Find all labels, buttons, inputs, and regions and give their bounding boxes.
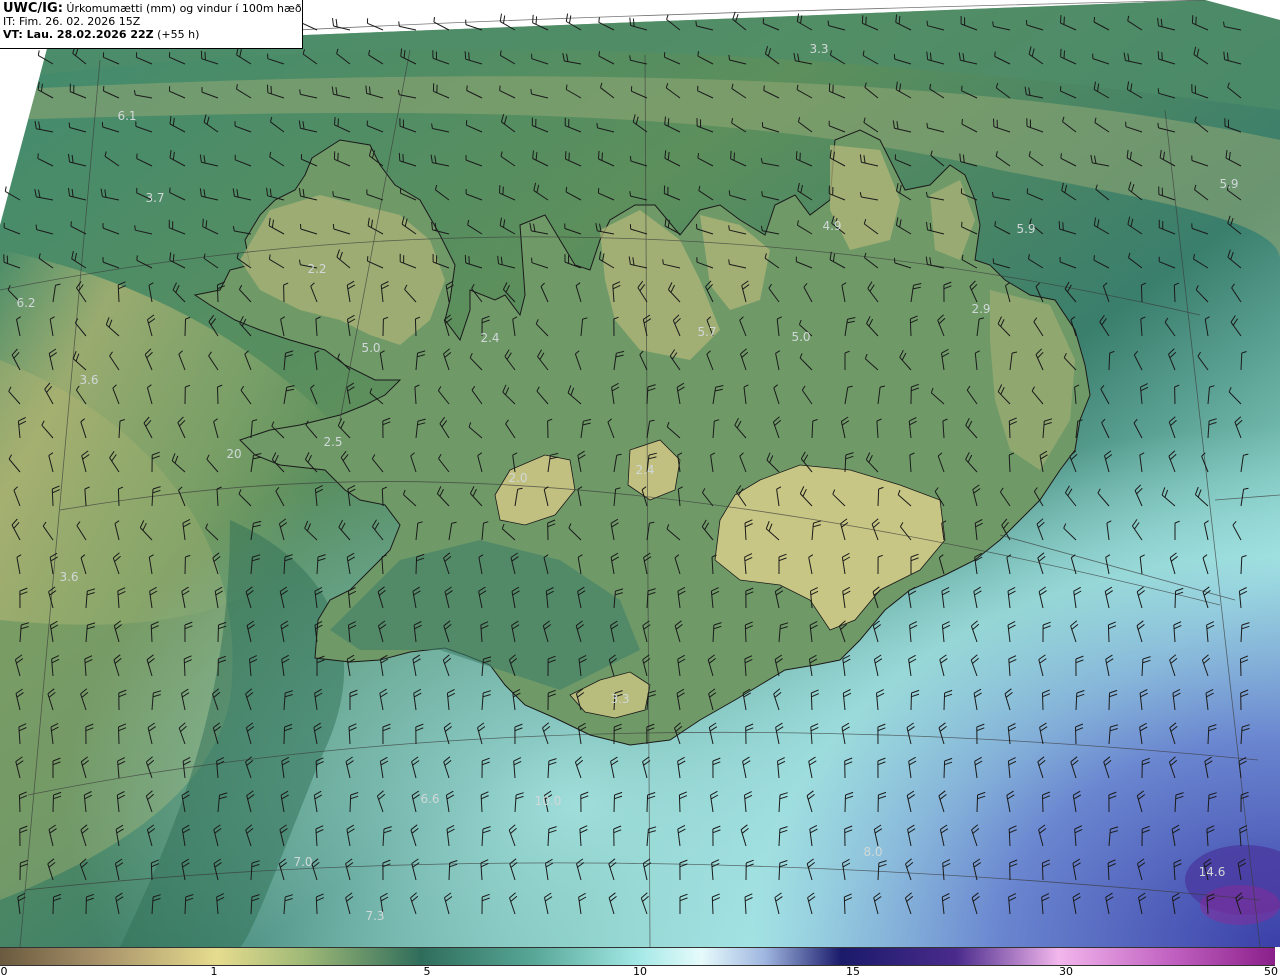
precip-value-label: 7.3 xyxy=(365,909,384,923)
colorbar-tick: 5 xyxy=(423,965,431,978)
precip-value-label: 5.9 xyxy=(1219,177,1238,191)
precip-value-label: 8.0 xyxy=(863,845,882,859)
precip-value-label: 3.3 xyxy=(809,42,828,56)
precip-value-label: 14.6 xyxy=(1199,865,1226,879)
precip-value-label: 5.9 xyxy=(1016,222,1035,236)
valid-time: VT: Lau. 28.02.2026 22Z xyxy=(3,28,154,41)
model-title: UWC/IG: xyxy=(3,1,63,16)
colorbar-strip xyxy=(0,947,1275,966)
precip-value-label: 6.2 xyxy=(16,296,35,310)
precip-value-label: 3.6 xyxy=(79,373,98,387)
precip-value-label: 6.6 xyxy=(420,792,439,806)
colorbar: 0 1 5 10 15 30 50 xyxy=(0,947,1280,978)
init-time: IT: Fim. 26. 02. 2026 15Z xyxy=(3,15,141,28)
precip-value-label: 3.7 xyxy=(145,191,164,205)
precip-value-label: 2.2 xyxy=(307,262,326,276)
colorbar-tick: 50 xyxy=(1264,965,1278,978)
colorbar-tick: 0 xyxy=(0,965,8,978)
precip-value-label: 6.1 xyxy=(117,109,136,123)
precip-value-label: 20 xyxy=(226,447,241,461)
precip-value-label: 7.0 xyxy=(293,855,312,869)
map-header: UWC/IG: Úrkomumætti (mm) og vindur í 100… xyxy=(0,0,303,49)
precip-value-label: 5.0 xyxy=(791,330,810,344)
precip-value-label: 2.0 xyxy=(508,471,527,485)
precip-value-label: 2.5 xyxy=(323,435,342,449)
precip-value-label: 4.9 xyxy=(822,219,841,233)
precip-value-label: 2.4 xyxy=(480,331,499,345)
colorbar-tick: 10 xyxy=(633,965,647,978)
colorbar-tick: 15 xyxy=(846,965,860,978)
precip-value-label: 3.6 xyxy=(59,570,78,584)
precip-value-label: 2.9 xyxy=(971,302,990,316)
colorbar-tick: 30 xyxy=(1059,965,1073,978)
lead-time: (+55 h) xyxy=(157,28,200,41)
precip-value-label: 5.0 xyxy=(361,341,380,355)
precip-value-label: 2.4 xyxy=(635,463,654,477)
precipitation-wind-map: 3.3 6.1 3.7 5.9 4.9 5.9 2.2 6.2 2.9 5.7 5.0 2.4 5.0 3… xyxy=(0,0,1280,948)
precip-value-label: 10.0 xyxy=(535,794,562,808)
precip-value-label: 3.3 xyxy=(610,692,629,706)
variable-title: Úrkomumætti (mm) og vindur í 100m hæð xyxy=(66,2,302,15)
colorbar-tick: 1 xyxy=(210,965,218,978)
precip-value-label: 5.7 xyxy=(697,325,716,339)
